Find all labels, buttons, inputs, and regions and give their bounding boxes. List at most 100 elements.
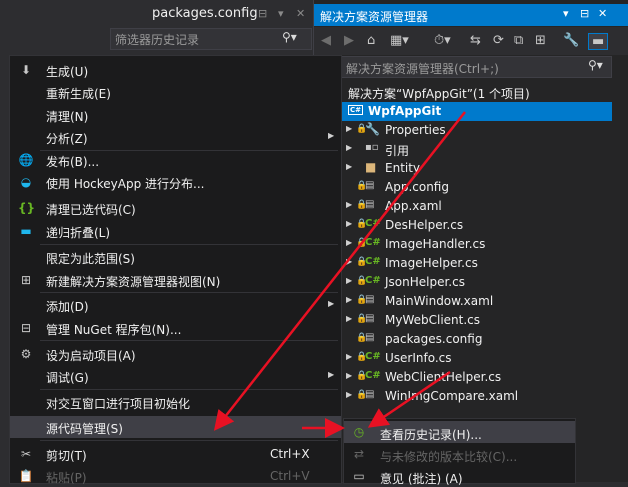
preview-icon[interactable]: ▬	[588, 33, 609, 50]
collapse-all-icon[interactable]: ⧉	[514, 33, 523, 48]
forward-icon[interactable]: ▶	[344, 33, 354, 48]
solution-explorer-search-placeholder: 解决方案资源管理器(Ctrl+;)	[346, 62, 499, 76]
show-all-files-icon[interactable]: ⊞	[535, 33, 546, 48]
menu-item-add[interactable]: 添加(D) ▶	[10, 294, 341, 316]
tree-item-references[interactable]: ▶ ▪▫ 引用	[342, 140, 628, 159]
menu-item-label: 清理已选代码(C)	[46, 203, 136, 217]
tree-item-packages-config[interactable]: 🔒 ▤ packages.config	[342, 330, 628, 349]
menu-item-label: 分析(Z)	[46, 132, 88, 146]
menu-item-annotate[interactable]: ▭ 意见 (批注) (A)	[344, 465, 575, 487]
csharp-file-icon: C#	[365, 370, 381, 381]
expand-icon[interactable]: ▶	[346, 352, 352, 361]
expand-icon[interactable]: ▶	[346, 124, 352, 133]
tree-item-userinfo[interactable]: ▶ 🔒 C# UserInfo.cs	[342, 349, 628, 368]
menu-item-view-history[interactable]: ◷ 查看历史记录(H)...	[344, 421, 575, 443]
hockeyapp-icon: ◒	[20, 175, 32, 189]
tree-item-mainwindow[interactable]: ▶ 🔒 ▤ MainWindow.xaml	[342, 292, 628, 311]
menu-item-label: 重新生成(E)	[46, 87, 111, 101]
tree-item-label: ImageHelper.cs	[385, 256, 478, 270]
tree-item-deshelper[interactable]: ▶ 🔒 C# DesHelper.cs	[342, 216, 628, 235]
tree-item-webclienthelper[interactable]: ▶ 🔒 C# WebClientHelper.cs	[342, 368, 628, 387]
menu-item-label: 设为启动项目(A)	[46, 349, 136, 363]
wrench-icon: 🔧	[365, 122, 380, 136]
menu-item-analyze[interactable]: 分析(Z) ▶	[10, 126, 341, 148]
menu-item-new-explorer-view[interactable]: ⊞ 新建解决方案资源管理器视图(N)	[10, 269, 341, 291]
menu-item-cleanup-code[interactable]: {} 清理已选代码(C)	[10, 197, 341, 219]
xaml-file-icon: ▤	[365, 389, 375, 400]
scissors-icon: ✂	[20, 447, 32, 461]
menu-item-debug[interactable]: 调试(G) ▶	[10, 365, 341, 387]
expand-icon[interactable]: ▶	[346, 219, 352, 228]
expand-icon[interactable]: ▶	[346, 390, 352, 399]
document-tab-title[interactable]: packages.config	[152, 6, 258, 21]
home-icon[interactable]: ⌂	[367, 33, 375, 48]
menu-item-clean[interactable]: 清理(N)	[10, 104, 341, 126]
tree-item-entity[interactable]: ▶ ■ Entity	[342, 159, 628, 178]
expand-icon[interactable]: ▶	[346, 295, 352, 304]
xaml-file-icon: ▤	[365, 294, 375, 305]
folder-icon: ■	[365, 160, 377, 174]
pin-icon[interactable]: ⊟	[258, 7, 267, 20]
config-file-icon: ▤	[365, 332, 375, 343]
menu-item-source-control[interactable]: 源代码管理(S) ▶	[10, 416, 341, 438]
menu-item-shortcut: Ctrl+V	[270, 469, 310, 483]
expand-icon[interactable]: ▶	[346, 314, 352, 323]
close-tab-icon[interactable]: ✕	[296, 7, 305, 20]
globe-icon: 🌐	[18, 153, 34, 167]
menu-item-label: 源代码管理(S)	[46, 422, 123, 436]
tree-item-winimgcompare[interactable]: ▶ 🔒 ▤ WinImgCompare.xaml	[342, 387, 628, 406]
tree-item-label: MainWindow.xaml	[385, 294, 494, 308]
panel-pin-icon[interactable]: ⊟	[580, 7, 589, 20]
menu-item-set-startup[interactable]: ⚙ 设为启动项目(A)	[10, 343, 341, 365]
panel-close-icon[interactable]: ✕	[598, 7, 607, 20]
menu-item-label: 新建解决方案资源管理器视图(N)	[46, 275, 221, 289]
expand-icon[interactable]: ▶	[346, 371, 352, 380]
tree-item-label: WpfAppGit	[368, 104, 442, 118]
search-options-icon[interactable]: ⚲▾	[588, 58, 603, 72]
pending-changes-filter-icon[interactable]: ⏱▾	[434, 33, 451, 48]
filter-history-placeholder: 筛选器历史记录	[115, 33, 200, 47]
back-icon[interactable]: ◀	[321, 33, 331, 48]
tree-item-properties[interactable]: ▶ 🔒 🔧 Properties	[342, 121, 628, 140]
menu-item-cut[interactable]: ✂ 剪切(T) Ctrl+X	[10, 443, 341, 465]
compare-icon: ⇄	[353, 447, 365, 461]
menu-item-rebuild[interactable]: 重新生成(E)	[10, 81, 341, 103]
tree-item-label: Entity	[385, 161, 421, 175]
tree-item-imagehandler[interactable]: ▶ 🔒 C# ImageHandler.cs	[342, 235, 628, 254]
refresh-icon[interactable]: ⟳	[493, 33, 504, 48]
expand-icon[interactable]: ▶	[346, 162, 352, 171]
tree-item-imagehelper[interactable]: ▶ 🔒 C# ImageHelper.cs	[342, 254, 628, 273]
switch-views-icon[interactable]: ▦▾	[390, 33, 409, 48]
menu-item-scope-to-this[interactable]: 限定为此范围(S)	[10, 246, 341, 268]
expand-icon[interactable]: ▶	[346, 257, 352, 266]
menu-item-label: 与未修改的版本比较(C)...	[380, 450, 518, 464]
menu-item-publish[interactable]: 🌐 发布(B)...	[10, 149, 341, 171]
tree-item-mywebclient[interactable]: ▶ 🔒 ▤ MyWebClient.cs	[342, 311, 628, 330]
csharp-file-icon: C#	[365, 218, 381, 229]
menu-item-label: 管理 NuGet 程序包(N)...	[46, 323, 182, 337]
tree-item-jsonhelper[interactable]: ▶ 🔒 C# JsonHelper.cs	[342, 273, 628, 292]
tab-dropdown-icon[interactable]: ▾	[278, 7, 284, 20]
tree-item-app-config[interactable]: 🔒 ▤ App.config	[342, 178, 628, 197]
menu-item-hockeyapp[interactable]: ◒ 使用 HockeyApp 进行分布...	[10, 171, 341, 193]
sync-icon[interactable]: ⇆	[470, 33, 481, 48]
csharp-file-icon: C#	[365, 275, 381, 286]
menu-item-manage-nuget[interactable]: ⊟ 管理 NuGet 程序包(N)...	[10, 317, 341, 339]
tree-item-app-xaml[interactable]: ▶ 🔒 ▤ App.xaml	[342, 197, 628, 216]
panel-dropdown-icon[interactable]: ▾	[563, 7, 569, 20]
tree-item-solution[interactable]: 解决方案“WpfAppGit”(1 个项目)	[342, 83, 628, 102]
filter-search-icon[interactable]: ⚲▾	[282, 30, 297, 44]
expand-icon[interactable]: ▶	[346, 143, 352, 152]
menu-item-init-interactive[interactable]: 对交互窗口进行项目初始化	[10, 391, 341, 413]
menu-item-label: 剪切(T)	[46, 449, 87, 463]
expand-icon[interactable]: ▶	[346, 276, 352, 285]
menu-item-compare-unmodified[interactable]: ⇄ 与未修改的版本比较(C)...	[344, 443, 575, 465]
menu-item-collapse-recursive[interactable]: ▬ 递归折叠(L)	[10, 220, 341, 242]
tree-item-project[interactable]: C# WpfAppGit	[342, 102, 612, 121]
expand-icon[interactable]: ▶	[346, 238, 352, 247]
menu-item-build[interactable]: ⬇ 生成(U)	[10, 59, 341, 81]
properties-wrench-icon[interactable]: 🔧	[563, 33, 579, 48]
menu-item-paste[interactable]: 📋 粘贴(P) Ctrl+V	[10, 465, 341, 487]
expand-icon[interactable]: ▶	[346, 200, 352, 209]
menu-item-label: 清理(N)	[46, 110, 89, 124]
